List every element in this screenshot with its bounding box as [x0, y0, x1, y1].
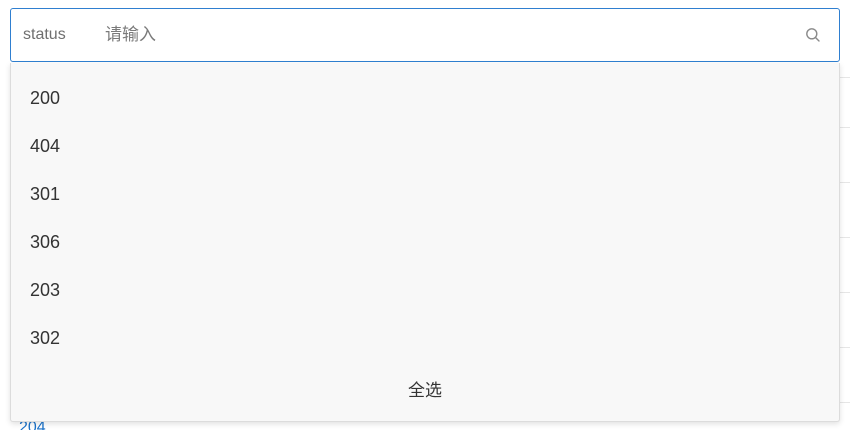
filter-input[interactable]	[105, 20, 795, 50]
status-filter-box[interactable]: status	[10, 8, 840, 62]
option-item[interactable]: 302	[11, 314, 839, 362]
search-icon[interactable]	[795, 17, 831, 53]
option-item[interactable]: 404	[11, 122, 839, 170]
option-item[interactable]: 200	[11, 74, 839, 122]
select-all-button[interactable]: 全选	[11, 376, 839, 401]
status-dropdown: 200 404 301 306 203 302 全选	[10, 63, 840, 422]
option-item[interactable]: 301	[11, 170, 839, 218]
page: 204 status 200 404 301 306 203 302 全选	[0, 0, 850, 430]
filter-label: status	[23, 26, 66, 43]
option-list: 200 404 301 306 203 302	[11, 63, 839, 362]
option-item[interactable]: 203	[11, 266, 839, 314]
option-item[interactable]: 306	[11, 218, 839, 266]
